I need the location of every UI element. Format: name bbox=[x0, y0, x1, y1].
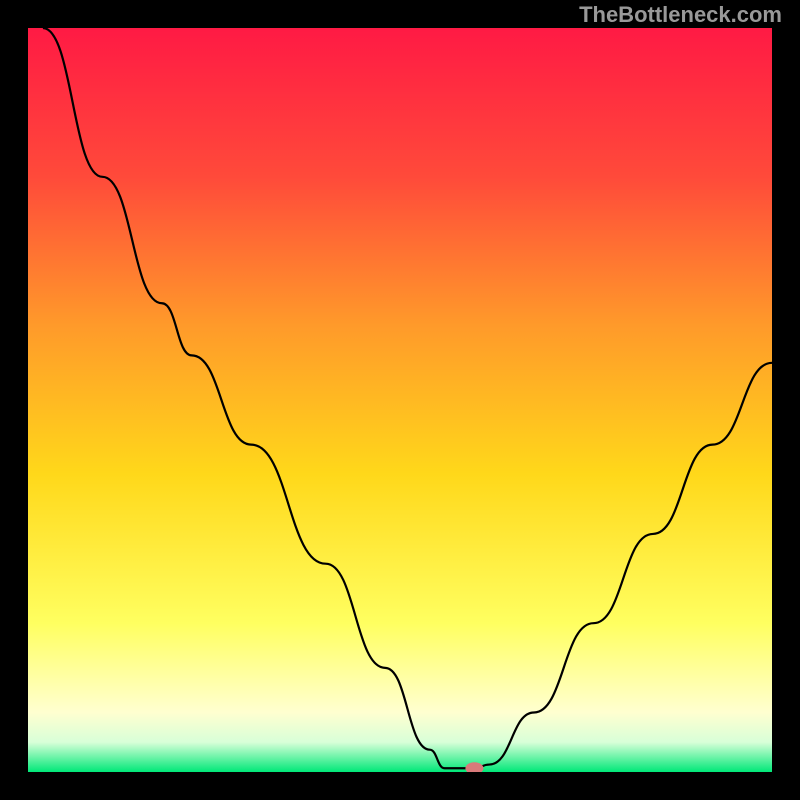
plot-area bbox=[28, 28, 772, 772]
chart-svg bbox=[28, 28, 772, 772]
watermark-text: TheBottleneck.com bbox=[579, 2, 782, 28]
chart-container: TheBottleneck.com bbox=[0, 0, 800, 800]
chart-background bbox=[28, 28, 772, 772]
